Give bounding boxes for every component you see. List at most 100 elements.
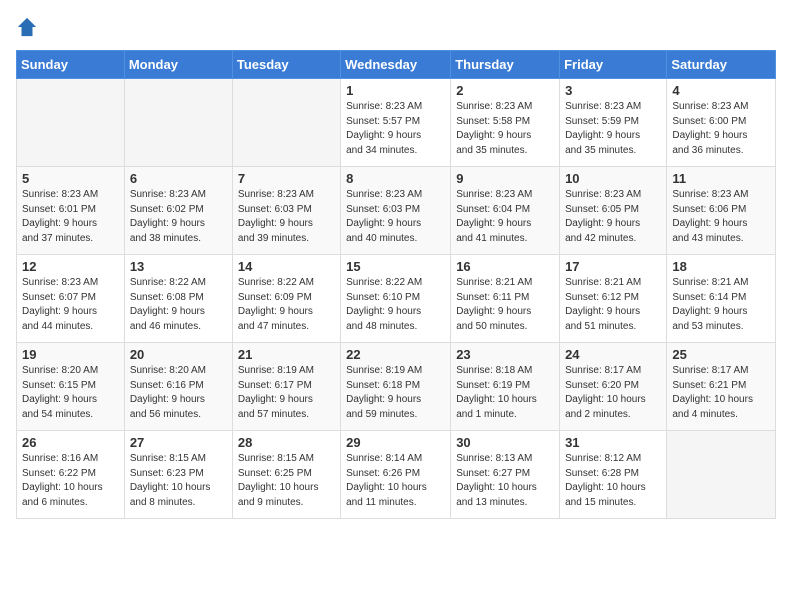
- day-header-thursday: Thursday: [451, 51, 560, 79]
- day-info: Sunrise: 8:23 AMSunset: 6:03 PMDaylight:…: [238, 188, 335, 246]
- day-header-tuesday: Tuesday: [232, 51, 340, 79]
- day-header-friday: Friday: [560, 51, 667, 79]
- day-number: 21: [238, 347, 335, 362]
- day-number: 14: [238, 259, 335, 274]
- day-info: Sunrise: 8:21 AMSunset: 6:12 PMDaylight:…: [565, 276, 661, 334]
- calendar-cell: 20 Sunrise: 8:20 AMSunset: 6:16 PMDayligh…: [124, 343, 232, 431]
- day-number: 31: [565, 435, 661, 450]
- day-number: 3: [565, 83, 661, 98]
- calendar-cell: 7 Sunrise: 8:23 AMSunset: 6:03 PMDaylight…: [232, 167, 340, 255]
- calendar-cell: 30 Sunrise: 8:13 AMSunset: 6:27 PMDayligh…: [451, 431, 560, 519]
- day-number: 6: [130, 171, 227, 186]
- day-info: Sunrise: 8:13 AMSunset: 6:27 PMDaylight:…: [456, 452, 554, 510]
- calendar-cell: [17, 79, 125, 167]
- calendar-cell: 11Sunrise: 8:23 AMSunset: 6:06 PMDayligh…: [667, 167, 776, 255]
- day-header-wednesday: Wednesday: [341, 51, 451, 79]
- day-info: Sunrise: 8:17 AMSunset: 6:21 PMDaylight:…: [672, 364, 770, 422]
- day-info: Sunrise: 8:18 AMSunset: 6:19 PMDaylight:…: [456, 364, 554, 422]
- day-info: Sunrise: 8:23 AMSunset: 6:00 PMDaylight:…: [672, 100, 770, 158]
- calendar-cell: 28 Sunrise: 8:15 AMSunset: 6:25 PMDayligh…: [232, 431, 340, 519]
- day-info: Sunrise: 8:16 AMSunset: 6:22 PMDaylight:…: [22, 452, 119, 510]
- day-info: Sunrise: 8:14 AMSunset: 6:26 PMDaylight:…: [346, 452, 445, 510]
- calendar-cell: 6 Sunrise: 8:23 AMSunset: 6:02 PMDaylight…: [124, 167, 232, 255]
- calendar-cell: 23 Sunrise: 8:18 AMSunset: 6:19 PMDayligh…: [451, 343, 560, 431]
- day-number: 11: [672, 171, 770, 186]
- calendar-week-2: 5 Sunrise: 8:23 AMSunset: 6:01 PMDaylight…: [17, 167, 776, 255]
- day-number: 12: [22, 259, 119, 274]
- calendar-cell: [232, 79, 340, 167]
- day-info: Sunrise: 8:19 AMSunset: 6:18 PMDaylight:…: [346, 364, 445, 422]
- calendar-cell: 26Sunrise: 8:16 AMSunset: 6:22 PMDayligh…: [17, 431, 125, 519]
- calendar-cell: 5 Sunrise: 8:23 AMSunset: 6:01 PMDaylight…: [17, 167, 125, 255]
- day-header-monday: Monday: [124, 51, 232, 79]
- calendar-table: SundayMondayTuesdayWednesdayThursdayFrid…: [16, 50, 776, 519]
- calendar-week-4: 19 Sunrise: 8:20 AMSunset: 6:15 PMDayligh…: [17, 343, 776, 431]
- day-info: Sunrise: 8:19 AMSunset: 6:17 PMDaylight:…: [238, 364, 335, 422]
- calendar-week-1: 1 Sunrise: 8:23 AMSunset: 5:57 PMDaylight…: [17, 79, 776, 167]
- day-number: 22: [346, 347, 445, 362]
- calendar-cell: 8 Sunrise: 8:23 AMSunset: 6:03 PMDaylight…: [341, 167, 451, 255]
- calendar-cell: 19 Sunrise: 8:20 AMSunset: 6:15 PMDayligh…: [17, 343, 125, 431]
- calendar-cell: 18 Sunrise: 8:21 AMSunset: 6:14 PMDayligh…: [667, 255, 776, 343]
- calendar-cell: 2Sunrise: 8:23 AMSunset: 5:58 PMDaylight…: [451, 79, 560, 167]
- day-number: 4: [672, 83, 770, 98]
- calendar-cell: 31 Sunrise: 8:12 AMSunset: 6:28 PMDayligh…: [560, 431, 667, 519]
- day-number: 24: [565, 347, 661, 362]
- calendar-week-3: 12 Sunrise: 8:23 AMSunset: 6:07 PMDayligh…: [17, 255, 776, 343]
- calendar-cell: 3 Sunrise: 8:23 AMSunset: 5:59 PMDaylight…: [560, 79, 667, 167]
- day-number: 9: [456, 171, 554, 186]
- day-header-sunday: Sunday: [17, 51, 125, 79]
- day-number: 16: [456, 259, 554, 274]
- calendar-cell: 10 Sunrise: 8:23 AMSunset: 6:05 PMDayligh…: [560, 167, 667, 255]
- day-number: 8: [346, 171, 445, 186]
- day-info: Sunrise: 8:21 AMSunset: 6:14 PMDaylight:…: [672, 276, 770, 334]
- day-number: 7: [238, 171, 335, 186]
- day-number: 19: [22, 347, 119, 362]
- calendar-cell: 15Sunrise: 8:22 AMSunset: 6:10 PMDayligh…: [341, 255, 451, 343]
- day-info: Sunrise: 8:23 AMSunset: 6:01 PMDaylight:…: [22, 188, 119, 246]
- day-number: 20: [130, 347, 227, 362]
- day-number: 23: [456, 347, 554, 362]
- day-number: 30: [456, 435, 554, 450]
- calendar-header-row: SundayMondayTuesdayWednesdayThursdayFrid…: [17, 51, 776, 79]
- calendar-cell: 16 Sunrise: 8:21 AMSunset: 6:11 PMDayligh…: [451, 255, 560, 343]
- calendar-cell: 22 Sunrise: 8:19 AMSunset: 6:18 PMDayligh…: [341, 343, 451, 431]
- day-number: 27: [130, 435, 227, 450]
- calendar-cell: 25Sunrise: 8:17 AMSunset: 6:21 PMDayligh…: [667, 343, 776, 431]
- day-info: Sunrise: 8:23 AMSunset: 6:07 PMDaylight:…: [22, 276, 119, 334]
- day-info: Sunrise: 8:22 AMSunset: 6:08 PMDaylight:…: [130, 276, 227, 334]
- calendar-cell: 21 Sunrise: 8:19 AMSunset: 6:17 PMDayligh…: [232, 343, 340, 431]
- calendar-cell: [124, 79, 232, 167]
- calendar-week-5: 26Sunrise: 8:16 AMSunset: 6:22 PMDayligh…: [17, 431, 776, 519]
- calendar-cell: 13 Sunrise: 8:22 AMSunset: 6:08 PMDayligh…: [124, 255, 232, 343]
- day-number: 15: [346, 259, 445, 274]
- day-info: Sunrise: 8:15 AMSunset: 6:25 PMDaylight:…: [238, 452, 335, 510]
- day-info: Sunrise: 8:15 AMSunset: 6:23 PMDaylight:…: [130, 452, 227, 510]
- day-info: Sunrise: 8:23 AMSunset: 6:04 PMDaylight:…: [456, 188, 554, 246]
- day-info: Sunrise: 8:21 AMSunset: 6:11 PMDaylight:…: [456, 276, 554, 334]
- day-number: 17: [565, 259, 661, 274]
- day-info: Sunrise: 8:23 AMSunset: 6:02 PMDaylight:…: [130, 188, 227, 246]
- day-number: 5: [22, 171, 119, 186]
- day-info: Sunrise: 8:17 AMSunset: 6:20 PMDaylight:…: [565, 364, 661, 422]
- day-info: Sunrise: 8:22 AMSunset: 6:09 PMDaylight:…: [238, 276, 335, 334]
- day-number: 10: [565, 171, 661, 186]
- calendar-cell: 9 Sunrise: 8:23 AMSunset: 6:04 PMDaylight…: [451, 167, 560, 255]
- day-number: 28: [238, 435, 335, 450]
- calendar-cell: 27 Sunrise: 8:15 AMSunset: 6:23 PMDayligh…: [124, 431, 232, 519]
- day-info: Sunrise: 8:23 AMSunset: 5:59 PMDaylight:…: [565, 100, 661, 158]
- day-info: Sunrise: 8:20 AMSunset: 6:15 PMDaylight:…: [22, 364, 119, 422]
- day-number: 13: [130, 259, 227, 274]
- day-info: Sunrise: 8:23 AMSunset: 6:05 PMDaylight:…: [565, 188, 661, 246]
- page-header: [16, 16, 776, 38]
- day-number: 18: [672, 259, 770, 274]
- calendar-cell: 12 Sunrise: 8:23 AMSunset: 6:07 PMDayligh…: [17, 255, 125, 343]
- logo: [16, 16, 40, 38]
- day-info: Sunrise: 8:23 AMSunset: 6:03 PMDaylight:…: [346, 188, 445, 246]
- calendar-cell: 1 Sunrise: 8:23 AMSunset: 5:57 PMDaylight…: [341, 79, 451, 167]
- day-number: 29: [346, 435, 445, 450]
- day-number: 1: [346, 83, 445, 98]
- day-info: Sunrise: 8:12 AMSunset: 6:28 PMDaylight:…: [565, 452, 661, 510]
- day-info: Sunrise: 8:20 AMSunset: 6:16 PMDaylight:…: [130, 364, 227, 422]
- day-info: Sunrise: 8:23 AMSunset: 5:57 PMDaylight:…: [346, 100, 445, 158]
